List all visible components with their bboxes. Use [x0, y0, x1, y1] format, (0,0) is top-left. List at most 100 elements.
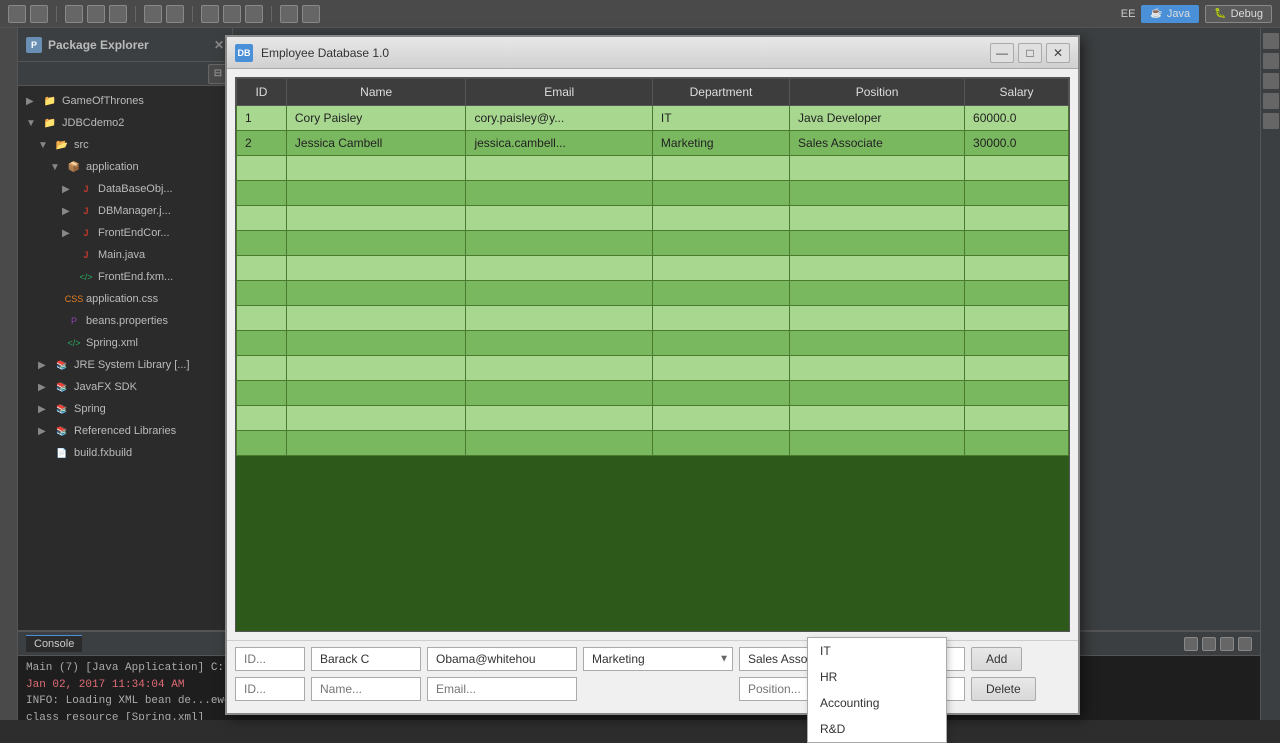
empty-cell: [466, 406, 652, 431]
dialog-close-btn[interactable]: ✕: [1046, 43, 1070, 63]
dialog-minimize-btn[interactable]: —: [990, 43, 1014, 63]
table-body: 1 Cory Paisley cory.paisley@y... IT Java…: [237, 106, 1069, 456]
tree-label-mainjava: Main.java: [98, 249, 145, 261]
cell-email: cory.paisley@y...: [466, 106, 652, 131]
toolbar-btn-4[interactable]: [87, 5, 105, 23]
table-row[interactable]: 1 Cory Paisley cory.paisley@y... IT Java…: [237, 106, 1069, 131]
console-btn-2[interactable]: [1202, 637, 1216, 651]
toggle-jresystem: ▶: [38, 360, 50, 371]
form-dept-select[interactable]: Marketing IT HR Accounting R&D: [583, 647, 733, 671]
tree-item-frontendcor[interactable]: ▶ J FrontEndCor...: [18, 222, 232, 244]
xml-icon-springxml: </>: [66, 335, 82, 351]
table-row-empty: [237, 156, 1069, 181]
console-btn-4[interactable]: [1238, 637, 1252, 651]
perspective-java[interactable]: ☕ Java: [1141, 5, 1199, 23]
right-sidebar-icon-2[interactable]: [1263, 53, 1279, 69]
toolbar-btn-12[interactable]: [302, 5, 320, 23]
tree-label-frontendfxm: FrontEnd.fxm...: [98, 271, 173, 283]
right-sidebar-icon-1[interactable]: [1263, 33, 1279, 49]
toolbar-btn-8[interactable]: [201, 5, 219, 23]
empty-cell: [466, 256, 652, 281]
tree-item-frontendfxm[interactable]: ▶ </> FrontEnd.fxm...: [18, 266, 232, 288]
console-btn-3[interactable]: [1220, 637, 1234, 651]
tree-item-src[interactable]: ▼ 📂 src: [18, 134, 232, 156]
toolbar-btn-6[interactable]: [144, 5, 162, 23]
cell-name: Cory Paisley: [286, 106, 466, 131]
table-row-empty: [237, 356, 1069, 381]
tree-item-javafxsdk[interactable]: ▶ 📚 JavaFX SDK: [18, 376, 232, 398]
empty-cell: [237, 281, 287, 306]
toolbar-btn-2[interactable]: [30, 5, 48, 23]
form-id-input-2[interactable]: [235, 677, 305, 701]
console-tab[interactable]: Console: [26, 635, 82, 652]
right-sidebar-icon-3[interactable]: [1263, 73, 1279, 89]
perspective-debug[interactable]: 🐛 Debug: [1205, 5, 1272, 23]
tree-item-dbmanager[interactable]: ▶ J DBManager.j...: [18, 200, 232, 222]
dialog-title-icon: DB: [235, 44, 253, 62]
toolbar-btn-7[interactable]: [166, 5, 184, 23]
dropdown-item-accounting[interactable]: Accounting: [808, 690, 946, 716]
toolbar-separator-1: [56, 6, 57, 22]
console-btn-1[interactable]: [1184, 637, 1198, 651]
java-icon-mainjava: J: [78, 247, 94, 263]
package-explorer-close[interactable]: ✕: [214, 38, 224, 52]
lib-icon-reflibs: 📚: [54, 423, 70, 439]
form-email-placeholder-input[interactable]: [427, 677, 577, 701]
empty-cell: [466, 206, 652, 231]
dialog-title-text: Employee Database 1.0: [261, 46, 982, 60]
tree-item-springxml[interactable]: ▶ </> Spring.xml: [18, 332, 232, 354]
empty-cell: [286, 431, 466, 456]
tree-item-reflibs[interactable]: ▶ 📚 Referenced Libraries: [18, 420, 232, 442]
toolbar-btn-3[interactable]: [65, 5, 83, 23]
empty-cell: [652, 256, 789, 281]
tree-item-beansprops[interactable]: ▶ P beans.properties: [18, 310, 232, 332]
tree-item-jdbcdemo2[interactable]: ▼ 📁 JDBCdemo2: [18, 112, 232, 134]
form-name-placeholder-input[interactable]: [311, 677, 421, 701]
tree-item-appcss[interactable]: ▶ CSS application.css: [18, 288, 232, 310]
empty-cell: [237, 306, 287, 331]
tree-label-reflibs: Referenced Libraries: [74, 425, 176, 437]
form-dept-spacer: [583, 677, 733, 701]
empty-cell: [790, 356, 965, 381]
empty-cell: [237, 181, 287, 206]
toolbar-btn-10[interactable]: [245, 5, 263, 23]
tree-item-application[interactable]: ▼ 📦 application: [18, 156, 232, 178]
tree-item-jresystem[interactable]: ▶ 📚 JRE System Library [...]: [18, 354, 232, 376]
empty-cell: [237, 331, 287, 356]
form-dept-wrapper: Marketing IT HR Accounting R&D ▼: [583, 647, 733, 671]
dropdown-item-it[interactable]: IT: [808, 638, 946, 664]
form-email-input[interactable]: [427, 647, 577, 671]
empty-cell: [965, 206, 1069, 231]
toolbar-btn-1[interactable]: [8, 5, 26, 23]
empty-cell: [237, 231, 287, 256]
cell-id: 1: [237, 106, 287, 131]
tree-item-databaseobj[interactable]: ▶ J DataBaseObj...: [18, 178, 232, 200]
empty-cell: [965, 356, 1069, 381]
add-button[interactable]: Add: [971, 647, 1022, 671]
toolbar-btn-9[interactable]: [223, 5, 241, 23]
table-row-empty: [237, 231, 1069, 256]
table-row[interactable]: 2 Jessica Cambell jessica.cambell... Mar…: [237, 131, 1069, 156]
empty-cell: [965, 381, 1069, 406]
cell-department: IT: [652, 106, 789, 131]
toolbar-btn-11[interactable]: [280, 5, 298, 23]
dropdown-item-hr[interactable]: HR: [808, 664, 946, 690]
delete-button[interactable]: Delete: [971, 677, 1036, 701]
empty-cell: [237, 406, 287, 431]
form-id-input-1[interactable]: [235, 647, 305, 671]
dialog-restore-btn[interactable]: □: [1018, 43, 1042, 63]
tree-item-spring[interactable]: ▶ 📚 Spring: [18, 398, 232, 420]
table-row-empty: [237, 431, 1069, 456]
empty-cell: [790, 281, 965, 306]
toggle-dbmanager: ▶: [62, 206, 74, 217]
right-sidebar-icon-5[interactable]: [1263, 113, 1279, 129]
tree-item-buildfx[interactable]: ▶ 📄 build.fxbuild: [18, 442, 232, 464]
tree-item-gameofthrones[interactable]: ▶ 📁 GameOfThrones: [18, 90, 232, 112]
table-row-empty: [237, 281, 1069, 306]
toolbar-btn-5[interactable]: [109, 5, 127, 23]
tree-item-mainjava[interactable]: ▶ J Main.java: [18, 244, 232, 266]
empty-cell: [286, 156, 466, 181]
form-name-input[interactable]: [311, 647, 421, 671]
right-sidebar-icon-4[interactable]: [1263, 93, 1279, 109]
empty-cell: [237, 431, 287, 456]
